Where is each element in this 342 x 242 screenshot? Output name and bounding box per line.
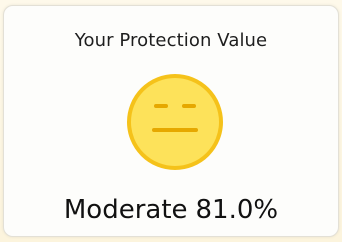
protection-status-label: Moderate <box>63 195 188 225</box>
neutral-face-icon <box>127 74 223 170</box>
card-title: Your Protection Value <box>74 30 268 51</box>
protection-result: Moderate 81.0% <box>4 194 338 226</box>
protection-percent-value: 81.0% <box>195 195 279 225</box>
protection-value-card: Your Protection Value Moderate 81.0% <box>3 5 339 237</box>
